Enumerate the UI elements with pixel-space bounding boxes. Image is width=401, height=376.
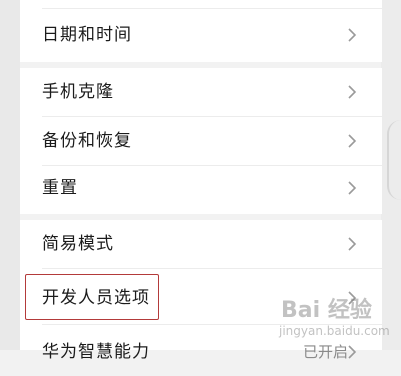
settings-item-simple-mode[interactable]: 简易模式 [20,220,382,268]
divider [42,268,382,269]
chevron-right-icon [348,181,357,195]
settings-group-1: 日期和时间 [20,0,382,62]
watermark-logo-text: Bai 经验 [281,298,372,323]
left-edge [0,0,20,350]
settings-item-label: 华为智慧能力 [42,342,150,362]
settings-item-label: 手机克隆 [42,82,114,102]
baidu-watermark: Bai 经验 jingyan.baidu.com [277,292,395,344]
settings-item-label: 备份和恢复 [42,131,132,151]
screen-curve [387,120,401,200]
divider [42,8,382,9]
settings-item-label: 简易模式 [42,234,114,254]
chevron-right-icon [348,134,357,148]
settings-group-2: 手机克隆 备份和恢复 重置 [20,68,382,214]
settings-item-backup-restore[interactable]: 备份和恢复 [20,117,382,165]
chevron-right-icon [348,28,357,42]
chevron-right-icon [348,345,357,359]
settings-item-phone-clone[interactable]: 手机克隆 [20,68,382,116]
chevron-right-icon [348,237,357,251]
highlight-box [25,274,159,320]
settings-item-label: 日期和时间 [42,25,132,45]
watermark-url: jingyan.baidu.com [279,324,390,338]
settings-item-date-time[interactable]: 日期和时间 [20,11,382,59]
settings-item-reset[interactable]: 重置 [20,164,382,212]
settings-item-label: 重置 [42,178,78,198]
chevron-right-icon [348,85,357,99]
